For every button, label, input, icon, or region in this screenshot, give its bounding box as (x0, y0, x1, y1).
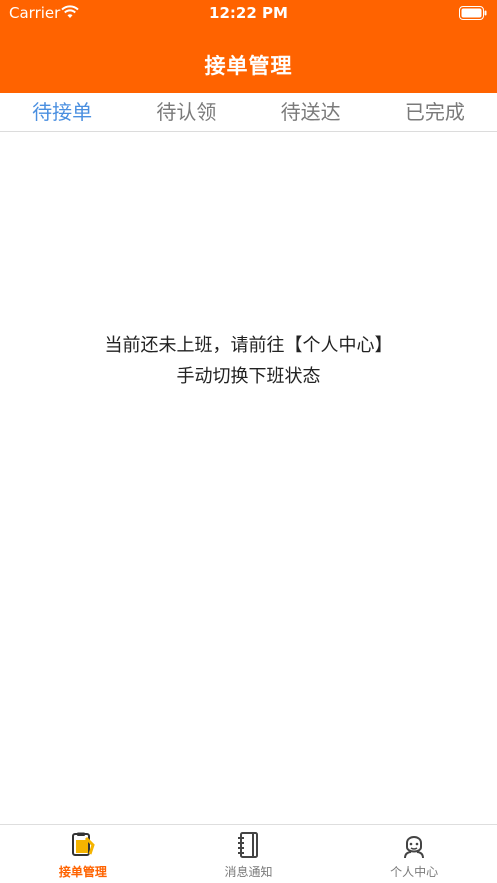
order-status-tabs: 待接单 待认领 待送达 已完成 (0, 93, 497, 132)
tabbar-item-notifications[interactable]: 消息通知 (166, 825, 332, 883)
clock: 12:22 PM (209, 4, 288, 22)
bottom-tab-bar: 接单管理 消息通知 个人中心 (0, 824, 497, 883)
notebook-icon (237, 832, 258, 858)
tabbar-item-orders[interactable]: 接单管理 (0, 825, 166, 883)
tab-completed[interactable]: 已完成 (373, 93, 497, 131)
tab-pending-delivery[interactable]: 待送达 (249, 93, 373, 131)
orders-icon (71, 832, 95, 856)
tabbar-label-orders: 接单管理 (58, 865, 107, 879)
tabbar-item-profile[interactable]: 个人中心 (331, 825, 497, 883)
tabbar-label-profile: 个人中心 (390, 865, 439, 879)
tabbar-label-notifications: 消息通知 (224, 865, 273, 879)
tab-pending-accept[interactable]: 待接单 (0, 93, 124, 131)
status-bar: Carrier 12:22 PM (0, 0, 497, 28)
page-title: 接单管理 (204, 54, 293, 78)
off-duty-message-line2: 手动切换下班状态 (176, 366, 321, 387)
off-duty-message: 当前还未上班，请前往【个人中心】 手动切换下班状态 (0, 330, 497, 392)
navigation-header: Carrier 12:22 PM 接单管理 (0, 0, 497, 93)
tab-pending-claim[interactable]: 待认领 (124, 93, 248, 131)
battery-icon (459, 6, 487, 20)
person-icon (404, 836, 425, 859)
off-duty-message-line1: 当前还未上班，请前往【个人中心】 (104, 335, 393, 356)
